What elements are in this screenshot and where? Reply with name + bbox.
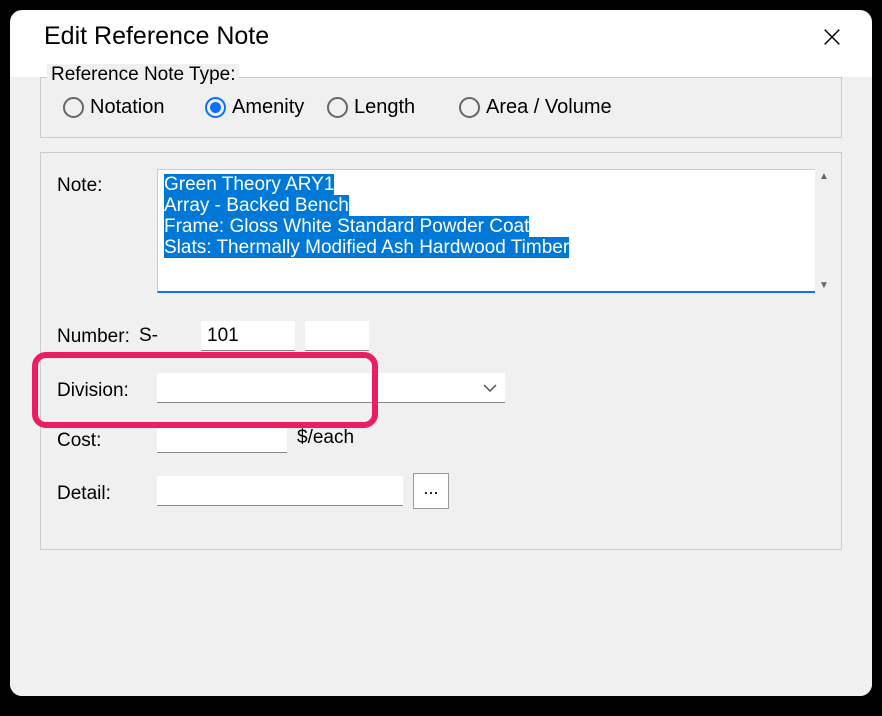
detail-row: Detail: ...	[41, 473, 841, 509]
radio-amenity[interactable]: Amenity	[205, 96, 327, 119]
cost-unit: $/each	[297, 427, 354, 449]
note-row: Note: Green Theory ARY1 Array - Backed B…	[41, 169, 841, 293]
note-line: Slats: Thermally Modified Ash Hardwood T…	[164, 237, 569, 258]
form-section: Note: Green Theory ARY1 Array - Backed B…	[40, 152, 842, 550]
division-label: Division:	[57, 374, 157, 402]
close-button[interactable]	[818, 23, 846, 51]
number-input[interactable]	[201, 321, 295, 351]
cost-input[interactable]	[157, 423, 287, 453]
reference-type-legend: Reference Note Type:	[47, 64, 239, 86]
number-suffix-input[interactable]	[305, 321, 369, 351]
radio-notation[interactable]: Notation	[63, 96, 205, 119]
scroll-up-icon: ▲	[819, 171, 829, 182]
number-label: Number:	[57, 324, 139, 348]
note-scrollbar[interactable]: ▲ ▼	[815, 169, 833, 293]
detail-browse-button[interactable]: ...	[413, 473, 449, 509]
browse-label: ...	[423, 478, 438, 499]
radio-circle-icon	[327, 97, 348, 118]
radio-label: Length	[354, 96, 415, 119]
division-select[interactable]	[157, 373, 505, 403]
edit-reference-note-window: Edit Reference Note Reference Note Type:…	[10, 10, 872, 696]
note-line: Frame: Gloss White Standard Powder Coat	[164, 216, 529, 237]
detail-label: Detail:	[57, 477, 157, 505]
reference-type-fieldset: Reference Note Type: Notation Amenity Le…	[40, 77, 842, 138]
note-container: Green Theory ARY1 Array - Backed Bench F…	[157, 169, 833, 293]
note-line: Green Theory ARY1	[164, 174, 334, 195]
note-textarea[interactable]: Green Theory ARY1 Array - Backed Bench F…	[157, 169, 833, 293]
window-title: Edit Reference Note	[44, 22, 269, 51]
reference-type-radio-group: Notation Amenity Length Area / Volume	[63, 96, 825, 119]
radio-circle-selected-icon	[205, 97, 226, 118]
division-row: Division:	[41, 373, 841, 403]
note-line: Array - Backed Bench	[164, 195, 349, 216]
radio-label: Area / Volume	[486, 96, 612, 119]
detail-input[interactable]	[157, 476, 403, 506]
titlebar: Edit Reference Note	[10, 10, 872, 69]
radio-label: Amenity	[232, 96, 304, 119]
content-area: Reference Note Type: Notation Amenity Le…	[10, 77, 872, 696]
cost-row: Cost: $/each	[41, 423, 841, 453]
radio-label: Notation	[90, 96, 165, 119]
close-icon	[821, 26, 843, 48]
number-row: Number: S-	[41, 307, 841, 351]
scroll-down-icon: ▼	[819, 280, 829, 291]
note-label: Note:	[57, 169, 157, 197]
radio-circle-icon	[459, 97, 480, 118]
radio-area-volume[interactable]: Area / Volume	[459, 96, 612, 119]
cost-label: Cost:	[57, 424, 157, 452]
radio-circle-icon	[63, 97, 84, 118]
radio-length[interactable]: Length	[327, 96, 459, 119]
number-prefix: S-	[139, 325, 201, 347]
chevron-down-icon	[483, 379, 497, 397]
